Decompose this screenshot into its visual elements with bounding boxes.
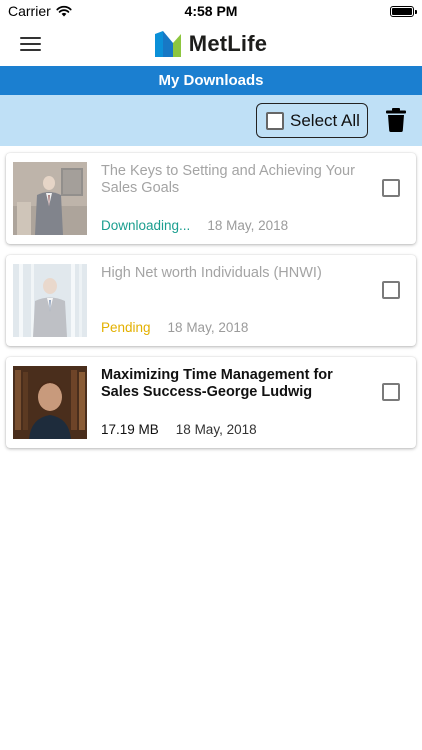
battery-icon: [390, 5, 417, 17]
download-item[interactable]: Maximizing Time Management for Sales Suc…: [6, 357, 416, 448]
status-bar: Carrier 4:58 PM: [0, 0, 422, 22]
download-toolbar: Select All: [0, 95, 422, 146]
status-left: Carrier: [8, 3, 72, 19]
app-header: MetLife: [0, 22, 422, 66]
brand-name: MetLife: [188, 31, 268, 56]
download-meta: Pending 18 May, 2018: [101, 320, 248, 335]
select-all-label: Select All: [290, 110, 360, 130]
download-checkbox[interactable]: [382, 179, 400, 197]
page-title: My Downloads: [158, 72, 264, 89]
trash-icon[interactable]: [386, 108, 406, 132]
wifi-icon: [56, 5, 72, 17]
video-thumbnail: [13, 366, 87, 439]
video-thumbnail: [13, 162, 87, 235]
download-meta: Downloading... 18 May, 2018: [101, 218, 288, 233]
download-date: 18 May, 2018: [175, 422, 257, 437]
download-date: 18 May, 2018: [167, 320, 249, 335]
carrier-label: Carrier: [8, 3, 51, 19]
download-meta: 17.19 MB 18 May, 2018: [101, 422, 257, 437]
metlife-logo: MetLife: [154, 31, 268, 57]
metlife-logo-icon: [154, 31, 181, 57]
download-status: Downloading...: [101, 218, 191, 233]
download-checkbox[interactable]: [382, 281, 400, 299]
download-title: The Keys to Setting and Achieving Your S…: [101, 163, 355, 196]
select-all-button[interactable]: Select All: [256, 103, 368, 138]
page-title-bar: My Downloads: [0, 66, 422, 95]
download-date: 18 May, 2018: [207, 218, 289, 233]
download-item[interactable]: High Net worth Individuals (HNWI) Pendin…: [6, 255, 416, 346]
video-thumbnail: [13, 264, 87, 337]
download-title: High Net worth Individuals (HNWI): [101, 265, 322, 281]
download-size: 17.19 MB: [101, 422, 159, 437]
select-all-checkbox[interactable]: [266, 111, 284, 130]
download-title: Maximizing Time Management for Sales Suc…: [101, 367, 333, 400]
download-checkbox[interactable]: [382, 383, 400, 401]
battery-level: [392, 7, 412, 15]
download-item[interactable]: The Keys to Setting and Achieving Your S…: [6, 153, 416, 244]
screen: Carrier 4:58 PM MetLife My Downloads Sel…: [0, 0, 422, 750]
download-status: Pending: [101, 320, 151, 335]
hamburger-menu-icon[interactable]: [20, 37, 41, 51]
